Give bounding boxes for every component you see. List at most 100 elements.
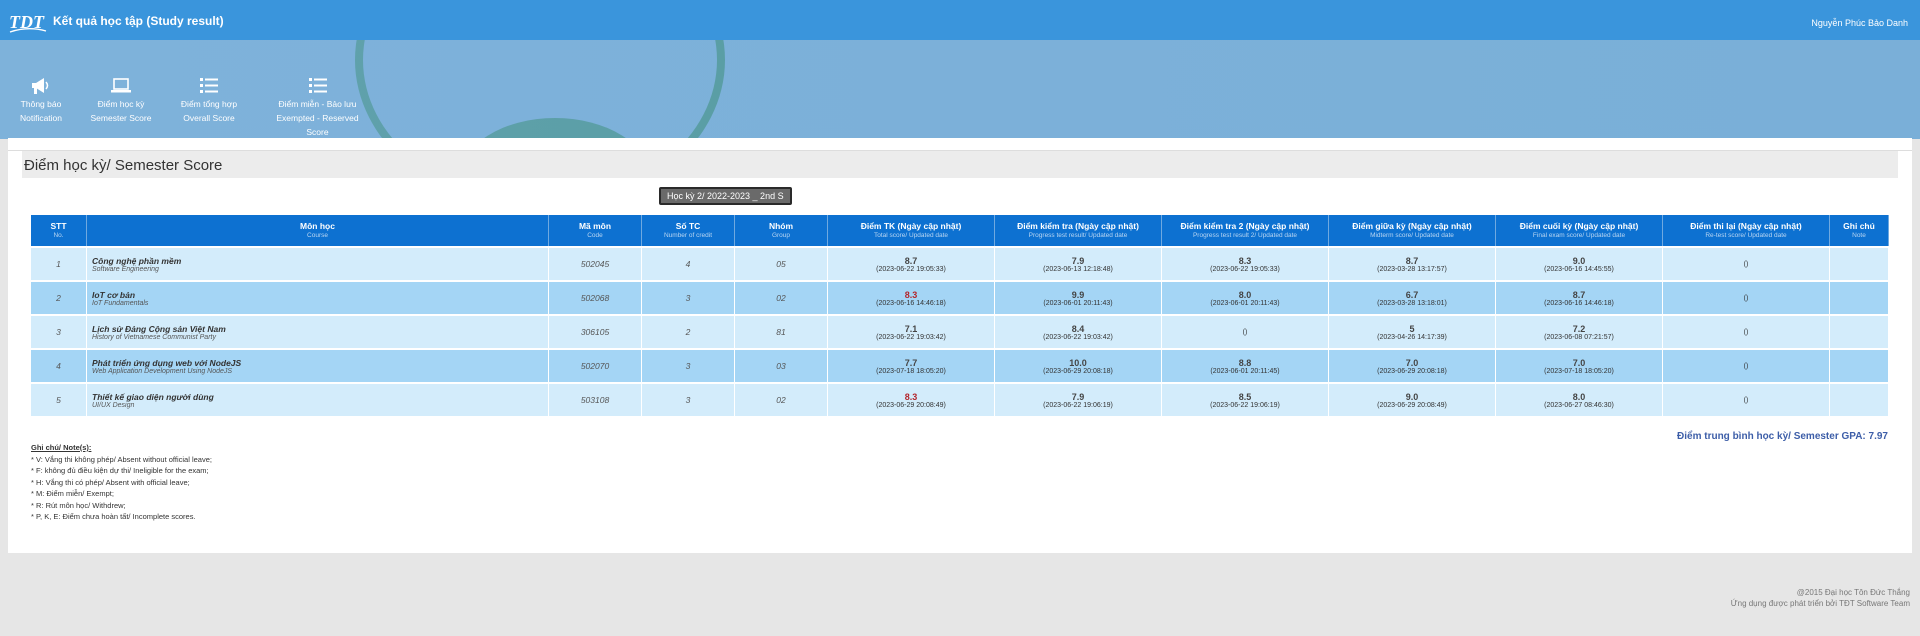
- nav-label: Điểm miễn - Bảo lưu: [278, 99, 357, 109]
- score-date: (2023-06-22 19:03:42): [1043, 333, 1113, 341]
- score-cell-p2: (): [1162, 314, 1329, 348]
- score-date: (): [1743, 362, 1749, 370]
- note-item: * M: Điểm miễn/ Exempt;: [31, 489, 114, 498]
- course-cell: IoT cơ bản IoT Fundamentals: [87, 280, 549, 314]
- score-value: 9.9: [1071, 289, 1085, 300]
- score-date: (): [1242, 328, 1248, 336]
- score-date: (2023-06-22 19:03:42): [876, 333, 946, 341]
- score-value: 7.2: [1572, 323, 1586, 334]
- score-value: 7.1: [904, 323, 918, 334]
- score-value: 8.0: [1238, 289, 1252, 300]
- score-value: 7.7: [904, 357, 918, 368]
- laptop-icon: [111, 78, 131, 93]
- score-date: (2023-06-29 20:08:49): [876, 401, 946, 409]
- score-value: 9.0: [1572, 255, 1586, 266]
- column-header-label: Số TC: [675, 220, 701, 231]
- nav-exempted-score[interactable]: Điểm miễn - Bảo lưu Exempted - Reserved …: [265, 76, 370, 139]
- column-header-sublabel: Number of credit: [663, 231, 713, 239]
- nav-label: Điểm học kỳ: [97, 99, 145, 109]
- column-header: Điểm giữa kỳ (Ngày cập nhật) Midterm scor…: [1329, 215, 1496, 246]
- score-value: 6.7: [1405, 289, 1419, 300]
- column-header-sublabel: Midterm score/ Updated date: [1370, 231, 1454, 239]
- score-date: (2023-06-16 14:46:18): [876, 299, 946, 307]
- score-date: (2023-06-01 20:11:43): [1210, 299, 1280, 307]
- course-code: 306105: [549, 314, 642, 348]
- column-header: Ghi chú Note: [1830, 215, 1889, 246]
- column-header: Số TC Number of credit: [642, 215, 735, 246]
- app-title: Kết quả học tập (Study result): [53, 14, 224, 28]
- footer-credit: Ứng dụng được phát triển bởi TĐT Softwar…: [1730, 599, 1910, 608]
- score-cell-p2: 8.5 (2023-06-22 19:06:19): [1162, 382, 1329, 416]
- score-date: (2023-06-29 20:08:18): [1377, 367, 1447, 375]
- user-name[interactable]: Nguyễn Phúc Bảo Danh: [1811, 18, 1908, 28]
- score-value: 5: [1409, 323, 1415, 334]
- course-code: 502045: [549, 246, 642, 280]
- course-name: IoT cơ bản: [92, 289, 136, 300]
- note-item: * P, K, E: Điểm chưa hoàn tất/ Incomplet…: [31, 512, 196, 521]
- score-value: 8.7: [1405, 255, 1419, 266]
- score-cell-p1: 10.0 (2023-06-29 20:08:18): [995, 348, 1162, 382]
- row-number: 5: [31, 382, 87, 416]
- score-cell-mid: 8.7 (2023-03-28 13:17:57): [1329, 246, 1496, 280]
- score-cell-mid: 7.0 (2023-06-29 20:08:18): [1329, 348, 1496, 382]
- score-date: (2023-07-18 18:05:20): [876, 367, 946, 375]
- column-header-label: STT: [50, 220, 67, 231]
- column-header: STT No.: [31, 215, 87, 246]
- panel-header: [22, 151, 1898, 178]
- score-cell-p1: 8.4 (2023-06-22 19:03:42): [995, 314, 1162, 348]
- score-cell-total: 8.7 (2023-06-22 19:05:33): [828, 246, 995, 280]
- credit-count: 3: [642, 348, 735, 382]
- column-header-sublabel: Progress test result/ Updated date: [1028, 231, 1128, 239]
- course-name-en: IoT Fundamentals: [92, 299, 149, 307]
- score-date: (2023-06-22 19:06:19): [1210, 401, 1280, 409]
- score-cell-p2: 8.8 (2023-06-01 20:11:45): [1162, 348, 1329, 382]
- nav-label: Điểm tổng hợp: [180, 99, 238, 109]
- credit-count: 3: [642, 280, 735, 314]
- nav-overall-score[interactable]: Điểm tổng hợp Overall Score: [176, 76, 242, 125]
- page-title: Điểm học kỳ/ Semester Score: [24, 157, 223, 174]
- note-cell: [1830, 314, 1889, 348]
- score-value: 7.9: [1071, 391, 1085, 402]
- course-code: 502068: [549, 280, 642, 314]
- course-name: Công nghệ phần mềm: [92, 255, 182, 266]
- row-number: 2: [31, 280, 87, 314]
- score-date: (2023-03-28 13:18:01): [1377, 299, 1447, 307]
- score-value: 8.8: [1238, 357, 1252, 368]
- course-cell: Phát triển ứng dụng web với NodeJS Web Ap…: [87, 348, 549, 382]
- score-date: (2023-06-16 14:45:55): [1544, 265, 1614, 273]
- score-date: (2023-07-18 18:05:20): [1544, 367, 1614, 375]
- nav-label-en: Notification: [19, 113, 63, 123]
- score-value: 8.3: [904, 391, 918, 402]
- column-header: Điểm thi lại (Ngày cập nhật) Re-test scor…: [1663, 215, 1830, 246]
- score-cell-retest: (): [1663, 314, 1830, 348]
- score-date: (2023-03-28 13:17:57): [1377, 265, 1447, 273]
- score-cell-p2: 8.0 (2023-06-01 20:11:43): [1162, 280, 1329, 314]
- column-header-label: Điểm giữa kỳ (Ngày cập nhật): [1352, 220, 1472, 231]
- score-cell-total: 8.3 (2023-06-16 14:46:18): [828, 280, 995, 314]
- score-value: 8.7: [1572, 289, 1586, 300]
- score-value: 9.0: [1405, 391, 1419, 402]
- nav-notification[interactable]: Thông báo Notification: [16, 76, 66, 125]
- course-cell: Công nghệ phần mềm Software Engineering: [87, 246, 549, 280]
- score-date: (2023-06-01 20:11:43): [1043, 299, 1113, 307]
- score-cell-total: 7.1 (2023-06-22 19:03:42): [828, 314, 995, 348]
- column-header: Nhóm Group: [735, 215, 828, 246]
- score-date: (2023-06-22 19:06:19): [1043, 401, 1113, 409]
- score-value: 7.0: [1405, 357, 1419, 368]
- note-cell: [1830, 382, 1889, 416]
- course-name-en: Web Application Development Using NodeJS: [92, 367, 233, 375]
- note-cell: [1830, 348, 1889, 382]
- column-header-sublabel: No.: [53, 231, 64, 239]
- course-cell: Thiết kế giao diện người dùng UI/UX Desig…: [87, 382, 549, 416]
- score-value: 7.0: [1572, 357, 1586, 368]
- nav-semester-score[interactable]: Điểm học kỳ Semester Score: [90, 76, 152, 125]
- score-cell-p1: 9.9 (2023-06-01 20:11:43): [995, 280, 1162, 314]
- note-item: * H: Vắng thi có phép/ Absent with offic…: [31, 477, 190, 487]
- score-date: (2023-06-22 19:05:33): [876, 265, 946, 273]
- column-header-sublabel: Group: [771, 231, 791, 239]
- score-cell-p1: 7.9 (2023-06-22 19:06:19): [995, 382, 1162, 416]
- notes: Ghi chú/ Note(s): * V: Vắng thi không ph…: [31, 442, 212, 523]
- column-header-sublabel: Re-test score/ Updated date: [1705, 231, 1787, 239]
- semester-select[interactable]: Học kỳ 2/ 2022-2023 _ 2nd S: [659, 187, 792, 205]
- group-number: 03: [735, 348, 828, 382]
